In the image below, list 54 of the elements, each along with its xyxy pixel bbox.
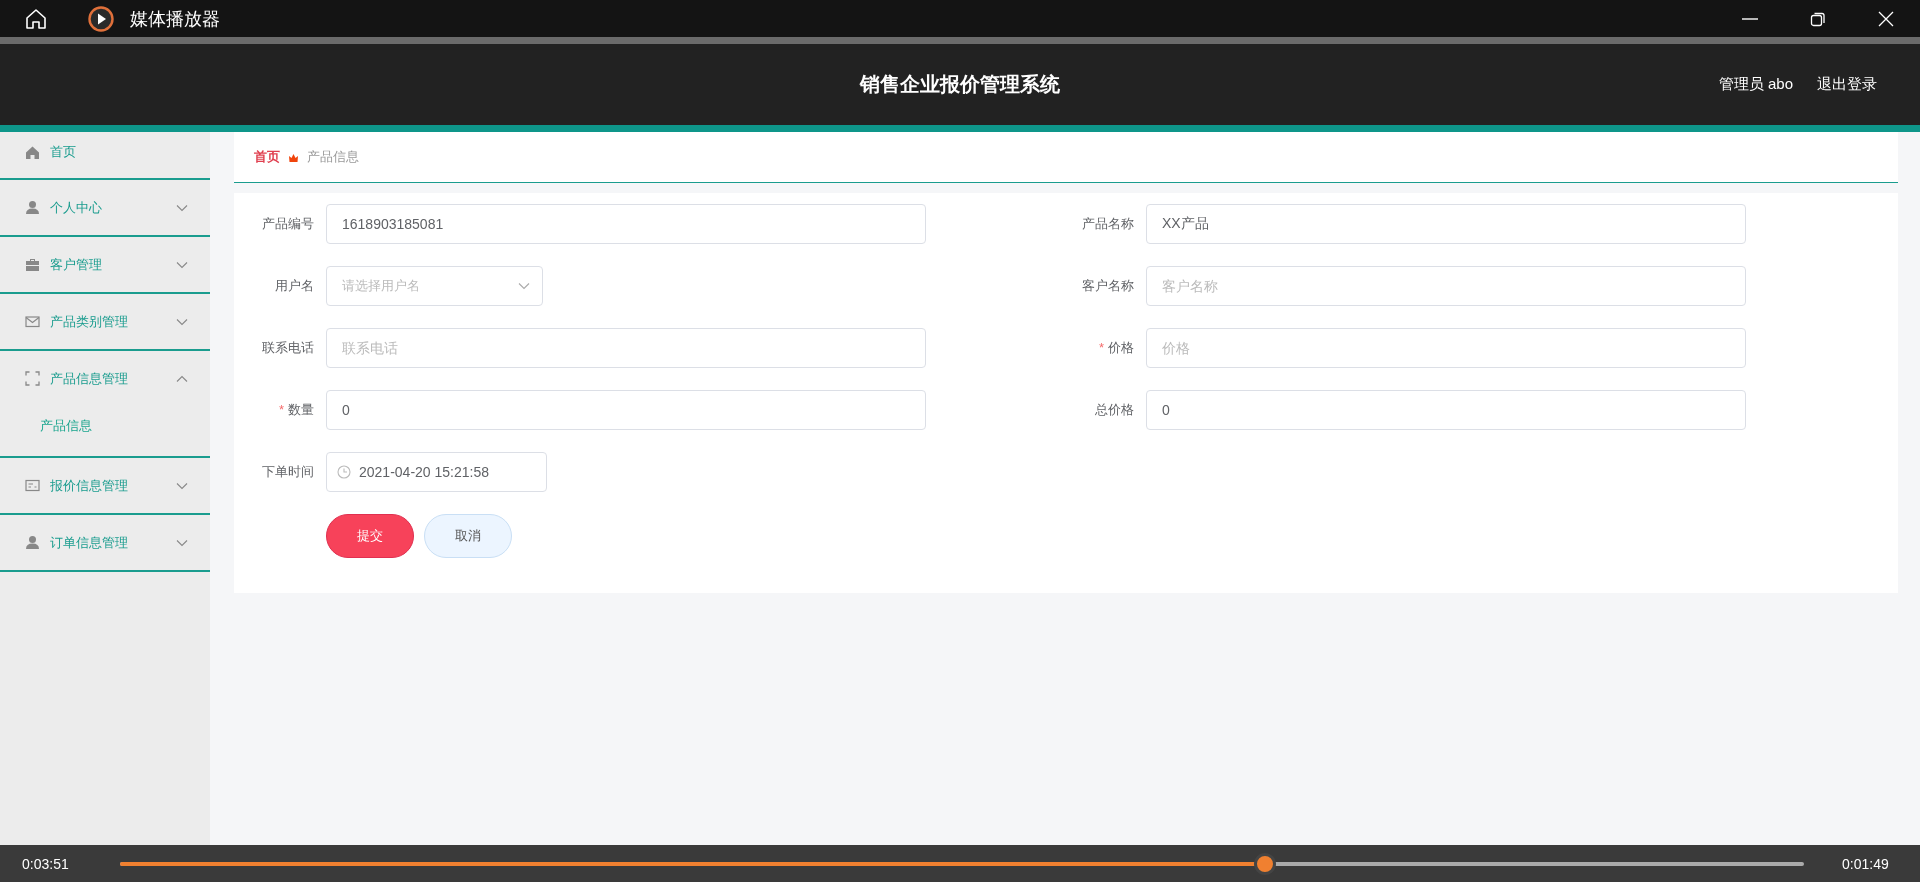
field-label: 总价格 <box>1095 402 1134 417</box>
field-label: 用户名 <box>275 278 314 293</box>
clock-icon <box>337 465 351 479</box>
input-field[interactable]: 0 <box>326 390 926 430</box>
admin-name: 管理员 abo <box>1718 75 1793 94</box>
home-icon <box>25 144 40 160</box>
input-field[interactable]: 0 <box>1146 390 1746 430</box>
cancel-button[interactable]: 取消 <box>424 514 512 558</box>
field-label: 数量 <box>288 402 314 417</box>
close-icon <box>1878 10 1894 27</box>
input-field[interactable]: 价格 <box>1146 328 1746 368</box>
minimize-icon <box>1742 17 1758 20</box>
sidebar-item[interactable]: 产品信息管理 <box>0 351 210 406</box>
sidebar-item[interactable]: 首页 <box>0 132 210 172</box>
input-field[interactable]: 联系电话 <box>326 328 926 368</box>
input-field[interactable]: 客户名称 <box>1146 266 1746 306</box>
home-icon[interactable] <box>24 6 48 31</box>
sidebar-item[interactable]: 客户管理 <box>0 237 210 292</box>
elapsed-time: 0:03:51 <box>22 855 70 872</box>
envelope-icon <box>25 314 40 329</box>
person-icon <box>25 535 40 550</box>
sidebar-item[interactable]: 产品类别管理 <box>0 294 210 349</box>
progress-handle[interactable] <box>1254 852 1277 875</box>
input-field[interactable]: 1618903185081 <box>326 204 926 244</box>
field-label: 价格 <box>1108 340 1134 355</box>
required-mark: * <box>278 402 284 417</box>
field-label: 客户名称 <box>1082 278 1134 293</box>
crown-icon <box>288 151 299 163</box>
breadcrumb-link[interactable]: 首页 <box>254 148 280 166</box>
breadcrumb-current: 产品信息 <box>307 148 359 166</box>
system-title: 销售企业报价管理系统 <box>860 72 1060 97</box>
app-title: 媒体播放器 <box>130 7 220 31</box>
briefcase-icon <box>25 257 40 272</box>
field-label: 联系电话 <box>262 340 314 355</box>
play-logo-icon <box>88 5 114 32</box>
field-label: 产品编号 <box>262 216 314 231</box>
sidebar-item[interactable]: 报价信息管理 <box>0 458 210 513</box>
date-field[interactable]: 2021-04-20 15:21:58 <box>326 452 547 492</box>
sidebar-item[interactable]: 个人中心 <box>0 180 210 235</box>
sidebar-item[interactable]: 订单信息管理 <box>0 515 210 570</box>
input-field[interactable]: XX产品 <box>1146 204 1746 244</box>
person-icon <box>25 200 40 215</box>
logout-link[interactable]: 退出登录 <box>1817 75 1877 94</box>
chevron-down-icon <box>518 282 530 290</box>
required-mark: * <box>1098 340 1104 355</box>
select-field[interactable]: 请选择用户名 <box>326 266 543 306</box>
field-label: 下单时间 <box>262 464 314 479</box>
remaining-time: 0:01:49 <box>1842 855 1890 872</box>
field-label: 产品名称 <box>1082 216 1134 231</box>
submenu-item[interactable]: 产品信息 <box>0 406 210 446</box>
frame-icon <box>25 371 40 386</box>
card-icon <box>25 478 40 493</box>
submit-button[interactable]: 提交 <box>326 514 414 558</box>
restore-icon <box>1810 10 1826 27</box>
